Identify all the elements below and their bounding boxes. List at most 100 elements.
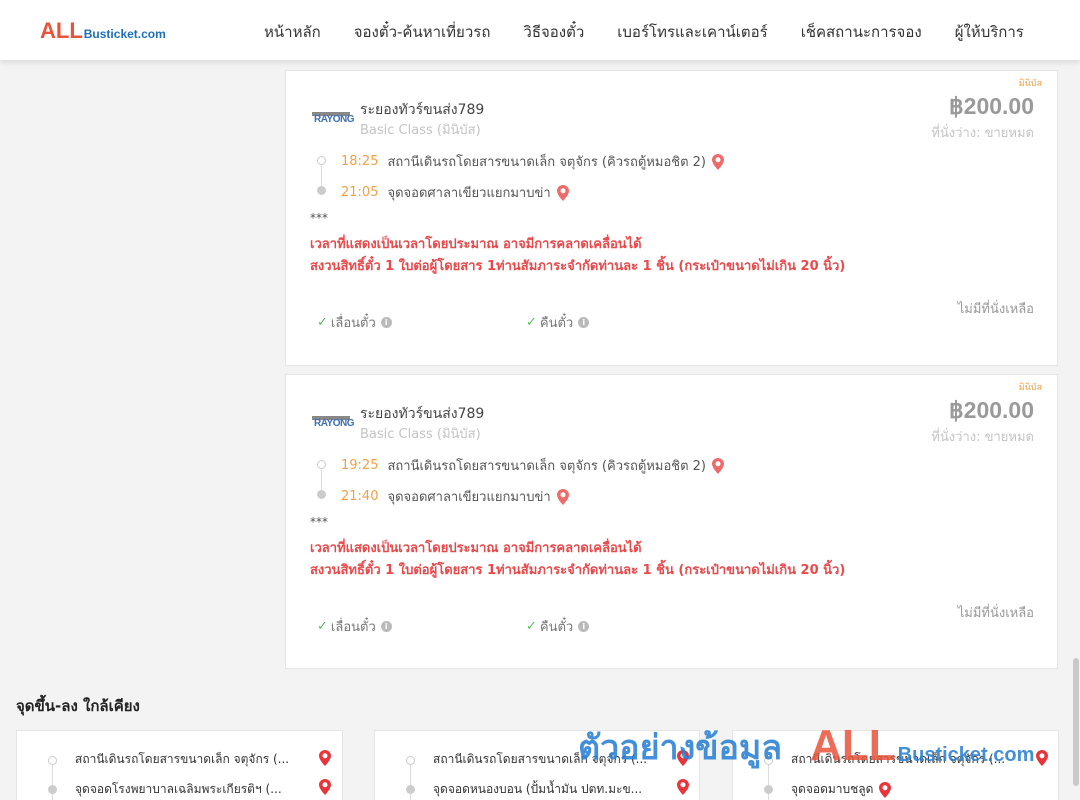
departure-time: 18:25 (341, 154, 379, 169)
check-icon: ✓ (526, 315, 537, 330)
logo-all-text: ALL (40, 18, 83, 43)
nearby-to-stop: จุดจอดหนองบอน (ปั้มน้ำมัน ปตท.มะข... (433, 780, 642, 799)
map-pin-icon[interactable] (556, 184, 569, 201)
nearby-from-name: สถานีเดินรถโดยสารขนาดเล็ก จตุจักร (... (791, 752, 1006, 766)
arrival-stop-name: จุดจอดศาลาเขียวแยกมาบข่า (387, 490, 551, 505)
info-icon[interactable]: i (578, 621, 590, 632)
timeline-start-dot (406, 756, 415, 765)
reschedule-label: เลื่อนตั๋ว (330, 316, 376, 331)
timeline-start-dot (764, 756, 773, 765)
luggage-policy: สงวนสิทธิ์ตั๋ว 1 ใบต่อผู้โดยสาร 1ท่านสัม… (310, 563, 846, 578)
timeline-mid-dot (406, 785, 415, 794)
map-pin-icon[interactable] (677, 779, 689, 795)
nav-phone-counter[interactable]: เบอร์โทรและเคาน์เตอร์ (617, 20, 767, 44)
map-pin-icon[interactable] (556, 488, 569, 505)
trip-card[interactable]: มินิบัส RAYONG ระยองทัวร์ขนส่ง789 Basic … (285, 374, 1058, 669)
timeline-line (410, 761, 411, 800)
departure-time: 19:25 (341, 458, 379, 473)
nav-operators[interactable]: ผู้ให้บริการ (955, 20, 1024, 44)
check-icon: ✓ (317, 619, 328, 634)
timeline-line (768, 761, 769, 800)
main-nav: หน้าหลัก จองตั๋ว-ค้นหาเที่ยวรถ วิธีจองตั… (264, 20, 1057, 44)
nearby-stops-title: จุดขึ้น-ลง ใกล้เคียง (16, 697, 140, 715)
operator-name: ระยองทัวร์ขนส่ง789 (360, 406, 485, 422)
bus-class: Basic Class (มินิบัส) (360, 427, 481, 442)
nearby-to-stop: จุดจอดมาบชลูด (791, 780, 892, 799)
refund-policy: ✓ คืนตั๋ว i (526, 312, 590, 333)
nearby-to-name: จุดจอดหนองบอน (ปั้มน้ำมัน ปตท.มะข... (433, 782, 643, 796)
logo-rest-text: Busticket.com (83, 27, 166, 41)
reschedule-policy: ✓ เลื่อนตั๋ว i (317, 616, 392, 637)
departure-stop-name: สถานีเดินรถโดยสารขนาดเล็ก จตุจักร (คิวรถ… (387, 155, 706, 170)
no-seat-status: ไม่มีที่นั่งเหลือ (957, 302, 1034, 317)
vehicle-type-tag: มินิบัส (1018, 79, 1042, 89)
info-icon[interactable]: i (380, 317, 392, 328)
note-stars: *** (310, 211, 328, 225)
nav-check-booking[interactable]: เช็คสถานะการจอง (801, 20, 922, 44)
nearby-from-name: สถานีเดินรถโดยสารขนาดเล็ก จตุจักร (... (75, 752, 290, 766)
nearby-to-name: จุดจอดโรงพยาบาลเฉลิมพระเกียรติฯ (... (75, 782, 282, 796)
map-pin-icon[interactable] (677, 750, 689, 766)
info-icon[interactable]: i (578, 317, 590, 328)
map-pin-icon[interactable] (319, 779, 331, 795)
departure-stop: 18:25 สถานีเดินรถโดยสารขนาดเล็ก จตุจักร … (341, 151, 724, 172)
timeline-mid-dot (48, 785, 57, 794)
timeline-mid-dot (764, 785, 773, 794)
departure-stop-name: สถานีเดินรถโดยสารขนาดเล็ก จตุจักร (คิวรถ… (387, 459, 706, 474)
nearby-route-card[interactable]: สถานีเดินรถโดยสารขนาดเล็ก จตุจักร (... จ… (16, 730, 343, 800)
map-pin-icon[interactable] (879, 781, 892, 798)
bus-class: Basic Class (มินิบัส) (360, 123, 481, 138)
no-seat-status: ไม่มีที่นั่งเหลือ (957, 606, 1034, 621)
reschedule-label: เลื่อนตั๋ว (330, 620, 376, 635)
top-header: ALL Busticket.com หน้าหลัก จองตั๋ว-ค้นหา… (0, 0, 1080, 60)
nearby-from-stop: สถานีเดินรถโดยสารขนาดเล็ก จตุจักร (... (791, 750, 1005, 769)
operator-logo-text: RAYONG (314, 114, 354, 125)
scrollbar-thumb[interactable] (1073, 658, 1079, 786)
operator-logo: RAYONG (312, 108, 354, 128)
arrival-stop: 21:40 จุดจอดศาลาเขียวแยกมาบข่า (341, 486, 569, 507)
timeline-start-dot (317, 460, 326, 469)
nearby-to-stop: จุดจอดโรงพยาบาลเฉลิมพระเกียรติฯ (... (75, 780, 282, 799)
time-disclaimer: เวลาที่แสดงเป็นเวลาโดยประมาณ อาจมีการคลา… (310, 237, 642, 252)
departure-stop: 19:25 สถานีเดินรถโดยสารขนาดเล็ก จตุจักร … (341, 455, 724, 476)
nav-home[interactable]: หน้าหลัก (264, 20, 321, 44)
refund-label: คืนตั๋ว (539, 620, 574, 635)
map-pin-icon[interactable] (712, 153, 724, 170)
nearby-route-card[interactable]: สถานีเดินรถโดยสารขนาดเล็ก จตุจักร (... จ… (732, 730, 1059, 800)
trip-price: ฿200.00 (949, 93, 1034, 119)
nearby-from-stop: สถานีเดินรถโดยสารขนาดเล็ก จตุจักร (... (433, 750, 647, 769)
timeline-start-dot (317, 156, 326, 165)
arrival-stop-name: จุดจอดศาลาเขียวแยกมาบข่า (387, 186, 551, 201)
map-pin-icon[interactable] (712, 457, 724, 474)
timeline-line (52, 761, 53, 800)
timeline-end-dot (317, 186, 326, 195)
operator-name: ระยองทัวร์ขนส่ง789 (360, 102, 485, 118)
map-pin-icon[interactable] (319, 750, 331, 766)
arrival-stop: 21:05 จุดจอดศาลาเขียวแยกมาบข่า (341, 182, 569, 203)
nearby-to-name: จุดจอดมาบชลูด (791, 782, 874, 796)
timeline-end-dot (317, 490, 326, 499)
scrollbar-track[interactable] (1072, 60, 1080, 800)
reschedule-policy: ✓ เลื่อนตั๋ว i (317, 312, 392, 333)
vehicle-type-tag: มินิบัส (1018, 383, 1042, 393)
time-disclaimer: เวลาที่แสดงเป็นเวลาโดยประมาณ อาจมีการคลา… (310, 541, 642, 556)
refund-policy: ✓ คืนตั๋ว i (526, 616, 590, 637)
note-stars: *** (310, 515, 328, 529)
check-icon: ✓ (317, 315, 328, 330)
map-pin-icon[interactable] (1036, 750, 1048, 766)
nav-book-search[interactable]: จองตั๋ว-ค้นหาเที่ยวรถ (354, 20, 491, 44)
arrival-time: 21:05 (341, 185, 379, 200)
timeline-start-dot (48, 756, 57, 765)
operator-logo-text: RAYONG (314, 418, 354, 429)
trip-card[interactable]: มินิบัส RAYONG ระยองทัวร์ขนส่ง789 Basic … (285, 70, 1058, 366)
refund-label: คืนตั๋ว (539, 316, 574, 331)
operator-logo: RAYONG (312, 412, 354, 432)
trip-price: ฿200.00 (949, 397, 1034, 423)
info-icon[interactable]: i (380, 621, 392, 632)
check-icon: ✓ (526, 619, 537, 634)
site-logo[interactable]: ALL Busticket.com (40, 18, 166, 44)
nearby-from-stop: สถานีเดินรถโดยสารขนาดเล็ก จตุจักร (... (75, 750, 289, 769)
nearby-from-name: สถานีเดินรถโดยสารขนาดเล็ก จตุจักร (... (433, 752, 648, 766)
nav-how-to-book[interactable]: วิธีจองตั๋ว (523, 20, 584, 44)
nearby-route-card[interactable]: สถานีเดินรถโดยสารขนาดเล็ก จตุจักร (... จ… (374, 730, 700, 800)
